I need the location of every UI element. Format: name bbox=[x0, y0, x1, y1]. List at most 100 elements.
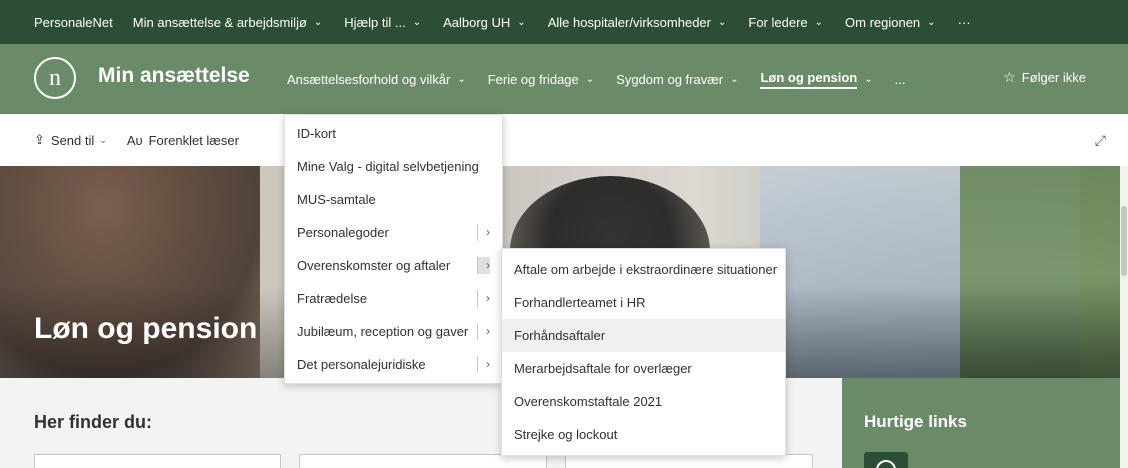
content-card[interactable] bbox=[34, 454, 281, 468]
site-nav-item-loen-og-pension[interactable]: Løn og pension ⌄ bbox=[760, 70, 873, 89]
submenu-arrow-icon[interactable]: › bbox=[477, 323, 490, 340]
submenu-arrow-icon[interactable]: › bbox=[477, 290, 490, 307]
site-nav-label: Ansættelsesforhold og vilkår bbox=[287, 71, 451, 87]
follow-button[interactable]: ☆ Følger ikke bbox=[1003, 69, 1086, 86]
more-icon: ··· bbox=[957, 14, 971, 30]
hero-title: Løn og pension bbox=[34, 312, 258, 345]
chevron-down-icon: ⌄ bbox=[864, 73, 873, 85]
site-nav-label: Sygdom og fravær bbox=[616, 71, 724, 87]
chevron-down-icon: ⌄ bbox=[313, 16, 323, 28]
section-title: Her finder du: bbox=[34, 412, 153, 432]
expand-icon[interactable]: ⤢ bbox=[1095, 132, 1106, 149]
send-to-button[interactable]: ⇪ Send til ⌄ bbox=[34, 132, 107, 148]
menu-item-mine-valg[interactable]: Mine Valg - digital selvbetjening bbox=[285, 150, 502, 183]
menu-item-fratraedelse[interactable]: Fratrædelse › bbox=[285, 282, 502, 315]
menu-item-label: Jubilæum, reception og gaver bbox=[297, 324, 469, 339]
site-header: n Min ansættelse Ansættelsesforhold og v… bbox=[0, 44, 1128, 114]
send-to-label: Send til bbox=[50, 132, 95, 148]
site-nav-item-ansaettelsesforhold[interactable]: Ansættelsesforhold og vilkår ⌄ bbox=[287, 72, 466, 87]
global-nav-label: For ledere bbox=[748, 14, 808, 30]
content-card[interactable] bbox=[299, 454, 547, 468]
quick-links-title: Hurtige links bbox=[864, 412, 967, 431]
global-nav-item-hospitaler[interactable]: Alle hospitaler/virksomheder ⌄ bbox=[548, 15, 727, 30]
quick-link-button[interactable] bbox=[864, 452, 908, 468]
menu-item-personalejuridiske[interactable]: Det personalejuridiske › bbox=[285, 348, 502, 381]
submenu-arrow-icon[interactable]: › bbox=[477, 224, 490, 241]
chevron-down-icon: ⌄ bbox=[927, 16, 936, 28]
site-nav-label: Ferie og fridage bbox=[487, 71, 579, 87]
submenu-item-label: Forhåndsaftaler bbox=[514, 328, 606, 343]
submenu-item-ekstraordinaere[interactable]: Aftale om arbejde i ekstraordinære situa… bbox=[502, 253, 785, 286]
global-nav: PersonaleNet Min ansættelse & arbejdsmil… bbox=[0, 0, 1128, 44]
chevron-down-icon: ⌄ bbox=[814, 16, 824, 28]
chevron-down-icon: ⌄ bbox=[457, 73, 466, 85]
global-nav-item-hjaelp[interactable]: Hjælp til ... ⌄ bbox=[344, 15, 421, 30]
global-nav-label: Min ansættelse & arbejdsmiljø bbox=[132, 14, 307, 30]
global-nav-label: Aalborg UH bbox=[443, 14, 511, 30]
menu-item-overenskomster[interactable]: Overenskomster og aftaler › bbox=[285, 249, 502, 282]
submenu-item-strejke[interactable]: Strejke og lockout bbox=[502, 418, 785, 451]
submenu-item-label: Forhandlerteamet i HR bbox=[514, 295, 646, 310]
immersive-reader-button[interactable]: Aᴜ Forenklet læser bbox=[127, 133, 239, 148]
chevron-down-icon: ⌄ bbox=[99, 134, 107, 145]
chevron-down-icon: ⌄ bbox=[585, 73, 595, 85]
submenu-item-label: Strejke og lockout bbox=[514, 427, 618, 442]
submenu-item-forhaandsaftaler[interactable]: Forhåndsaftaler bbox=[502, 319, 785, 352]
submenu-item-label: Merarbejdsaftale for overlæger bbox=[514, 361, 692, 376]
menu-item-label: Overenskomster og aftaler bbox=[297, 258, 451, 273]
menu-item-jubilaeum[interactable]: Jubilæum, reception og gaver › bbox=[285, 315, 502, 348]
menu-item-personalegoder[interactable]: Personalegoder › bbox=[285, 216, 502, 249]
site-nav: Ansættelsesforhold og vilkår ⌄ Ferie og f… bbox=[287, 44, 927, 114]
site-nav-label: Løn og pension bbox=[760, 70, 858, 89]
submenu-item-merarbejdsaftale[interactable]: Merarbejdsaftale for overlæger bbox=[502, 352, 785, 385]
global-nav-item-personalenet[interactable]: PersonaleNet bbox=[34, 15, 113, 30]
global-nav-more-button[interactable]: ··· bbox=[958, 15, 971, 30]
menu-item-label: Det personalejuridiske bbox=[297, 357, 426, 372]
site-logo[interactable]: n bbox=[34, 57, 76, 99]
share-icon: ⇪ bbox=[34, 132, 45, 147]
site-nav-more-button[interactable]: ... bbox=[895, 72, 906, 87]
global-nav-item-ledere[interactable]: For ledere ⌄ bbox=[748, 15, 823, 30]
overenskomster-submenu: Aftale om arbejde i ekstraordinære situa… bbox=[501, 248, 786, 456]
menu-item-id-kort[interactable]: ID-kort bbox=[285, 117, 502, 150]
page: PersonaleNet Min ansættelse & arbejdsmil… bbox=[0, 0, 1128, 468]
submenu-item-label: Aftale om arbejde i ekstraordinære situa… bbox=[514, 262, 778, 277]
chevron-down-icon: ⌄ bbox=[730, 73, 739, 85]
menu-item-label: Personalegoder bbox=[297, 225, 389, 240]
link-icon bbox=[876, 460, 896, 468]
global-nav-label: PersonaleNet bbox=[34, 14, 113, 30]
loen-og-pension-dropdown: ID-kort Mine Valg - digital selvbetjenin… bbox=[284, 114, 503, 384]
chevron-down-icon: ⌄ bbox=[412, 16, 422, 28]
reader-icon: Aᴜ bbox=[126, 132, 143, 148]
command-bar: ⇪ Send til ⌄ Aᴜ Forenklet læser ⤢ bbox=[0, 114, 1128, 166]
site-nav-item-sygdom[interactable]: Sygdom og fravær ⌄ bbox=[616, 72, 738, 87]
site-nav-item-ferie[interactable]: Ferie og fridage ⌄ bbox=[488, 72, 594, 87]
submenu-item-overenskomstaftale[interactable]: Overenskomstaftale 2021 bbox=[502, 385, 785, 418]
content-card[interactable] bbox=[565, 454, 813, 468]
global-nav-item-min-ansaettelse[interactable]: Min ansættelse & arbejdsmiljø ⌄ bbox=[133, 15, 323, 30]
submenu-arrow-icon[interactable]: › bbox=[477, 257, 490, 274]
immersive-reader-label: Forenklet læser bbox=[148, 132, 239, 148]
menu-item-label: Fratrædelse bbox=[297, 291, 368, 306]
chevron-down-icon: ⌄ bbox=[717, 16, 727, 28]
star-icon: ☆ bbox=[1003, 69, 1016, 85]
global-nav-label: Alle hospitaler/virksomheder bbox=[547, 14, 711, 30]
global-nav-item-aalborg[interactable]: Aalborg UH ⌄ bbox=[443, 15, 526, 30]
site-title[interactable]: Min ansættelse bbox=[98, 64, 250, 88]
quick-links-panel: Hurtige links bbox=[842, 378, 1120, 468]
menu-item-label: MUS-samtale bbox=[297, 192, 376, 207]
submenu-item-label: Overenskomstaftale 2021 bbox=[514, 394, 663, 409]
scrollbar-thumb[interactable] bbox=[1121, 206, 1127, 276]
submenu-arrow-icon[interactable]: › bbox=[477, 356, 490, 373]
follow-label: Følger ikke bbox=[1021, 70, 1086, 85]
menu-item-label: ID-kort bbox=[297, 126, 336, 141]
global-nav-label: Om regionen bbox=[845, 14, 921, 30]
page-scrollbar[interactable] bbox=[1120, 166, 1128, 468]
menu-item-mus-samtale[interactable]: MUS-samtale bbox=[285, 183, 502, 216]
chevron-down-icon: ⌄ bbox=[517, 16, 526, 28]
global-nav-item-regionen[interactable]: Om regionen ⌄ bbox=[845, 15, 936, 30]
submenu-item-forhandlerteamet[interactable]: Forhandlerteamet i HR bbox=[502, 286, 785, 319]
logo-letter: n bbox=[49, 65, 61, 91]
global-nav-label: Hjælp til ... bbox=[344, 14, 406, 30]
menu-item-label: Mine Valg - digital selvbetjening bbox=[297, 159, 479, 174]
